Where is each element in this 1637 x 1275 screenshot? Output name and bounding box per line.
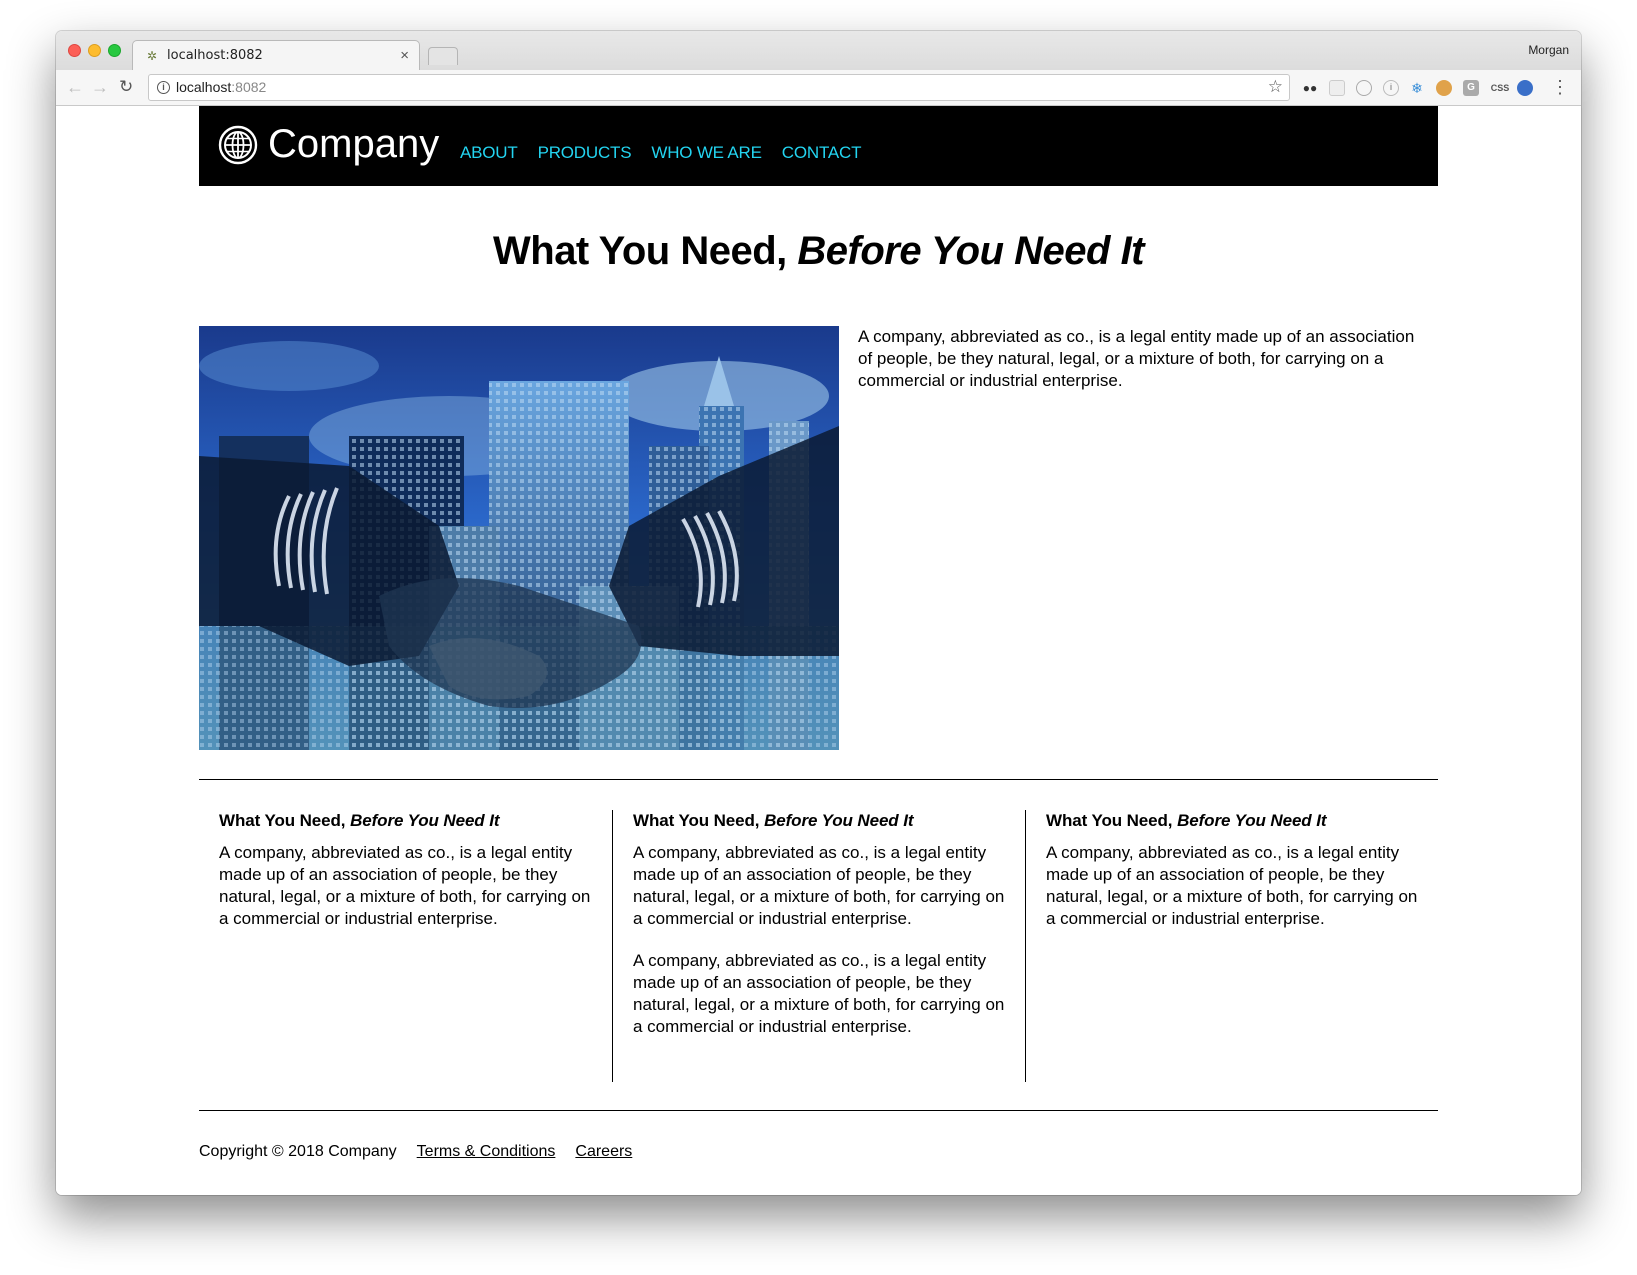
feature-columns: What You Need, Before You Need It A comp… [199,810,1438,1082]
column-paragraph: A company, abbreviated as co., is a lega… [633,843,1005,928]
copyright-text: Copyright © 2018 Company [199,1143,397,1160]
info-icon[interactable]: i [157,81,170,94]
column-paragraph: A company, abbreviated as co., is a lega… [219,843,591,928]
url-port: :8082 [231,79,267,95]
tab-title: localhost:8082 [167,48,263,63]
column-title-italic: Before You Need It [764,811,914,830]
terms-link[interactable]: Terms & Conditions [417,1143,556,1161]
hero-title: What You Need, Before You Need It [199,229,1438,274]
nav-products[interactable]: PRODUCTS [538,143,632,163]
url-text[interactable]: localhost:8082 [176,79,266,95]
column-title: What You Need, Before You Need It [633,811,1005,831]
menu-dots-icon[interactable]: ⋮ [1551,76,1569,98]
careers-link[interactable]: Careers [575,1143,632,1161]
column-title-italic: Before You Need It [1177,811,1327,830]
site-footer: Copyright © 2018 Company Terms & Conditi… [199,1143,652,1161]
browser-tab[interactable]: ✲ localhost:8082 × [132,40,420,70]
tab-close-icon[interactable]: × [400,47,409,64]
bottom-divider [199,1110,1438,1111]
css-ext-icon[interactable]: CSS [1488,80,1512,96]
column-title-italic: Before You Need It [350,811,500,830]
glasses-ext-icon[interactable]: ●● [1302,80,1318,96]
column-title-plain: What You Need, [219,811,351,830]
column-title-plain: What You Need, [1046,811,1178,830]
favicon-icon: ✲ [147,49,158,63]
column-title: What You Need, Before You Need It [1046,811,1418,831]
column-title-plain: What You Need, [633,811,765,830]
feature-column-1: What You Need, Before You Need It A comp… [199,810,612,1082]
handshake-city-image [199,326,839,750]
site: Company ABOUT PRODUCTS WHO WE ARE CONTAC… [199,106,1438,1160]
feature-column-2: What You Need, Before You Need It A comp… [612,810,1025,1082]
main-nav: ABOUT PRODUCTS WHO WE ARE CONTACT [460,143,881,163]
feature-column-3: What You Need, Before You Need It A comp… [1025,810,1438,1082]
hero-text: A company, abbreviated as co., is a lega… [858,327,1415,390]
info-ext-icon[interactable]: i [1383,80,1399,96]
page-viewport: Company ABOUT PRODUCTS WHO WE ARE CONTAC… [56,106,1581,1195]
hero-title-plain: What You Need, [493,229,798,273]
g-ext-icon[interactable]: G [1463,80,1479,96]
new-tab-button[interactable] [428,47,458,65]
column-paragraph: A company, abbreviated as co., is a lega… [633,951,1005,1036]
globe-logo-icon[interactable] [218,125,258,165]
browser-toolbar: ← → ↻ i localhost:8082 ☆ ●● i ❄ G CSS ⋮ [56,70,1581,106]
bookmark-star-icon[interactable]: ☆ [1268,77,1283,97]
browser-window: ✲ localhost:8082 × Morgan ← → ↻ i localh… [56,31,1581,1195]
hero-title-italic: Before You Need It [797,229,1144,273]
nav-contact[interactable]: CONTACT [782,143,862,163]
column-title: What You Need, Before You Need It [219,811,592,831]
cookie-ext-icon[interactable] [1436,80,1452,96]
title-bar: ✲ localhost:8082 × Morgan [56,31,1581,70]
column-paragraph: A company, abbreviated as co., is a lega… [1046,843,1418,928]
profile-name[interactable]: Morgan [1528,43,1569,57]
close-window-button[interactable] [68,44,81,57]
minimize-window-button[interactable] [88,44,101,57]
reload-icon[interactable]: ↻ [119,76,133,98]
url-host: localhost [176,79,232,95]
zoom-window-button[interactable] [108,44,121,57]
globe-ext-icon[interactable] [1517,80,1533,96]
address-bar[interactable]: i localhost:8082 ☆ [148,74,1290,101]
grid-ext-icon[interactable] [1329,80,1345,96]
snowflake-ext-icon[interactable]: ❄ [1409,80,1425,96]
forward-arrow-icon[interactable]: → [91,76,109,98]
site-header: Company ABOUT PRODUCTS WHO WE ARE CONTAC… [199,106,1438,186]
brand-name[interactable]: Company [268,122,439,167]
nav-about[interactable]: ABOUT [460,143,518,163]
circle-ext-icon[interactable] [1356,80,1372,96]
back-arrow-icon[interactable]: ← [66,76,84,98]
nav-who-we-are[interactable]: WHO WE ARE [651,143,762,163]
top-divider [199,779,1438,780]
